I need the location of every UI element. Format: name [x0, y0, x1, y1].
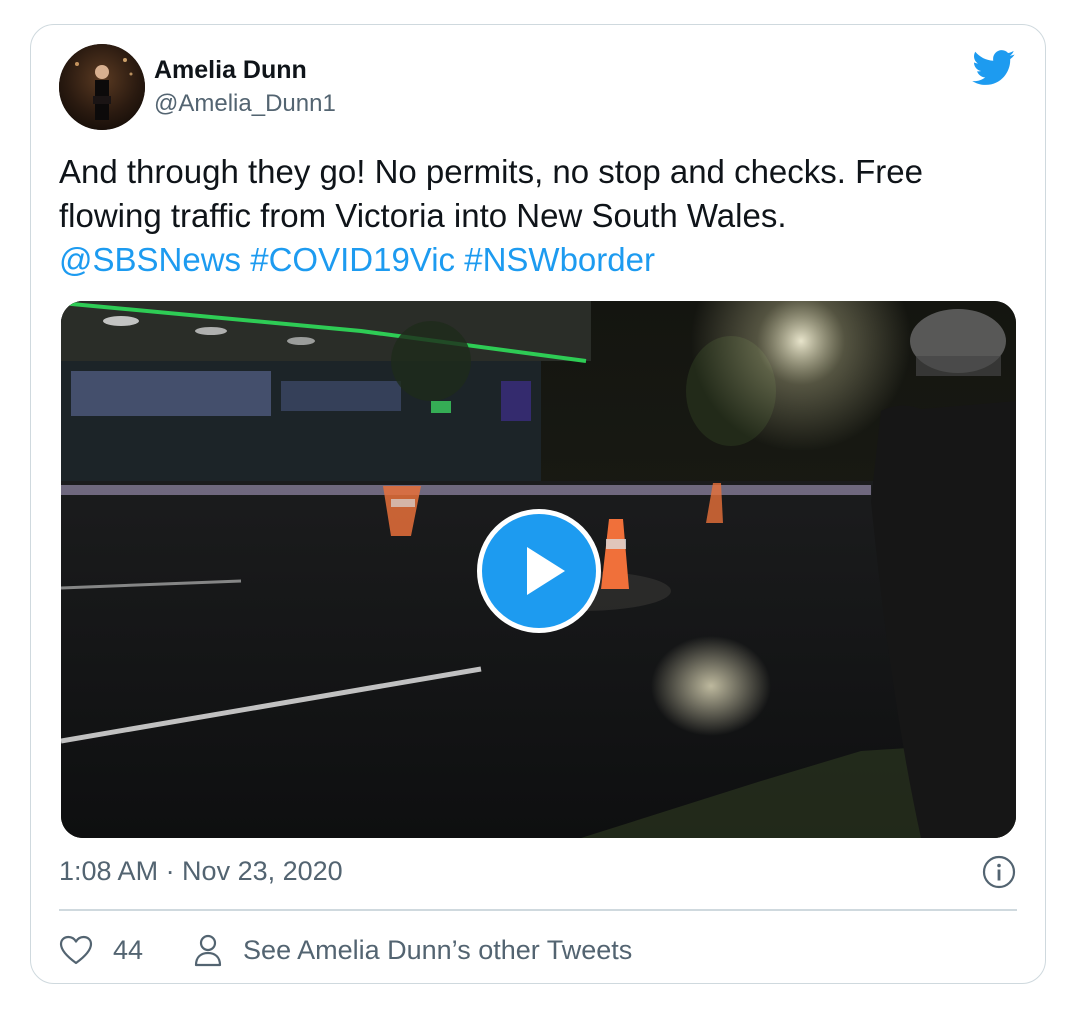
person-icon [194, 934, 222, 967]
like-count: 44 [113, 934, 144, 965]
tweet-text: And through they go! No permits, no stop… [59, 150, 1009, 282]
tweet-text-line: flowing traffic from Victoria into New S… [59, 197, 787, 234]
hashtag-link[interactable]: #COVID19Vic [250, 241, 455, 278]
twitter-bird-icon[interactable] [972, 50, 1016, 86]
tweet-text-line: And through they go! No permits, no stop… [59, 153, 923, 190]
play-icon [527, 547, 565, 595]
see-other-tweets-link[interactable]: See Amelia Dunn’s other Tweets [193, 933, 632, 967]
author-name[interactable]: Amelia Dunn [154, 56, 307, 85]
like-button[interactable]: 44 [59, 935, 143, 966]
tweet-actions: 44 See Amelia Dunn’s other Tweets [59, 928, 632, 972]
info-icon[interactable] [982, 855, 1016, 889]
mention-link[interactable]: @SBSNews [59, 241, 241, 278]
avatar[interactable] [59, 44, 145, 130]
author-handle[interactable]: @Amelia_Dunn1 [154, 90, 336, 118]
see-other-tweets-label: See Amelia Dunn’s other Tweets [243, 934, 633, 965]
play-button[interactable] [477, 509, 601, 633]
divider [59, 909, 1017, 911]
heart-icon [59, 935, 93, 965]
tweet-timestamp[interactable]: 1:08 AM · Nov 23, 2020 [59, 856, 343, 887]
hashtag-link[interactable]: #NSWborder [464, 241, 655, 278]
